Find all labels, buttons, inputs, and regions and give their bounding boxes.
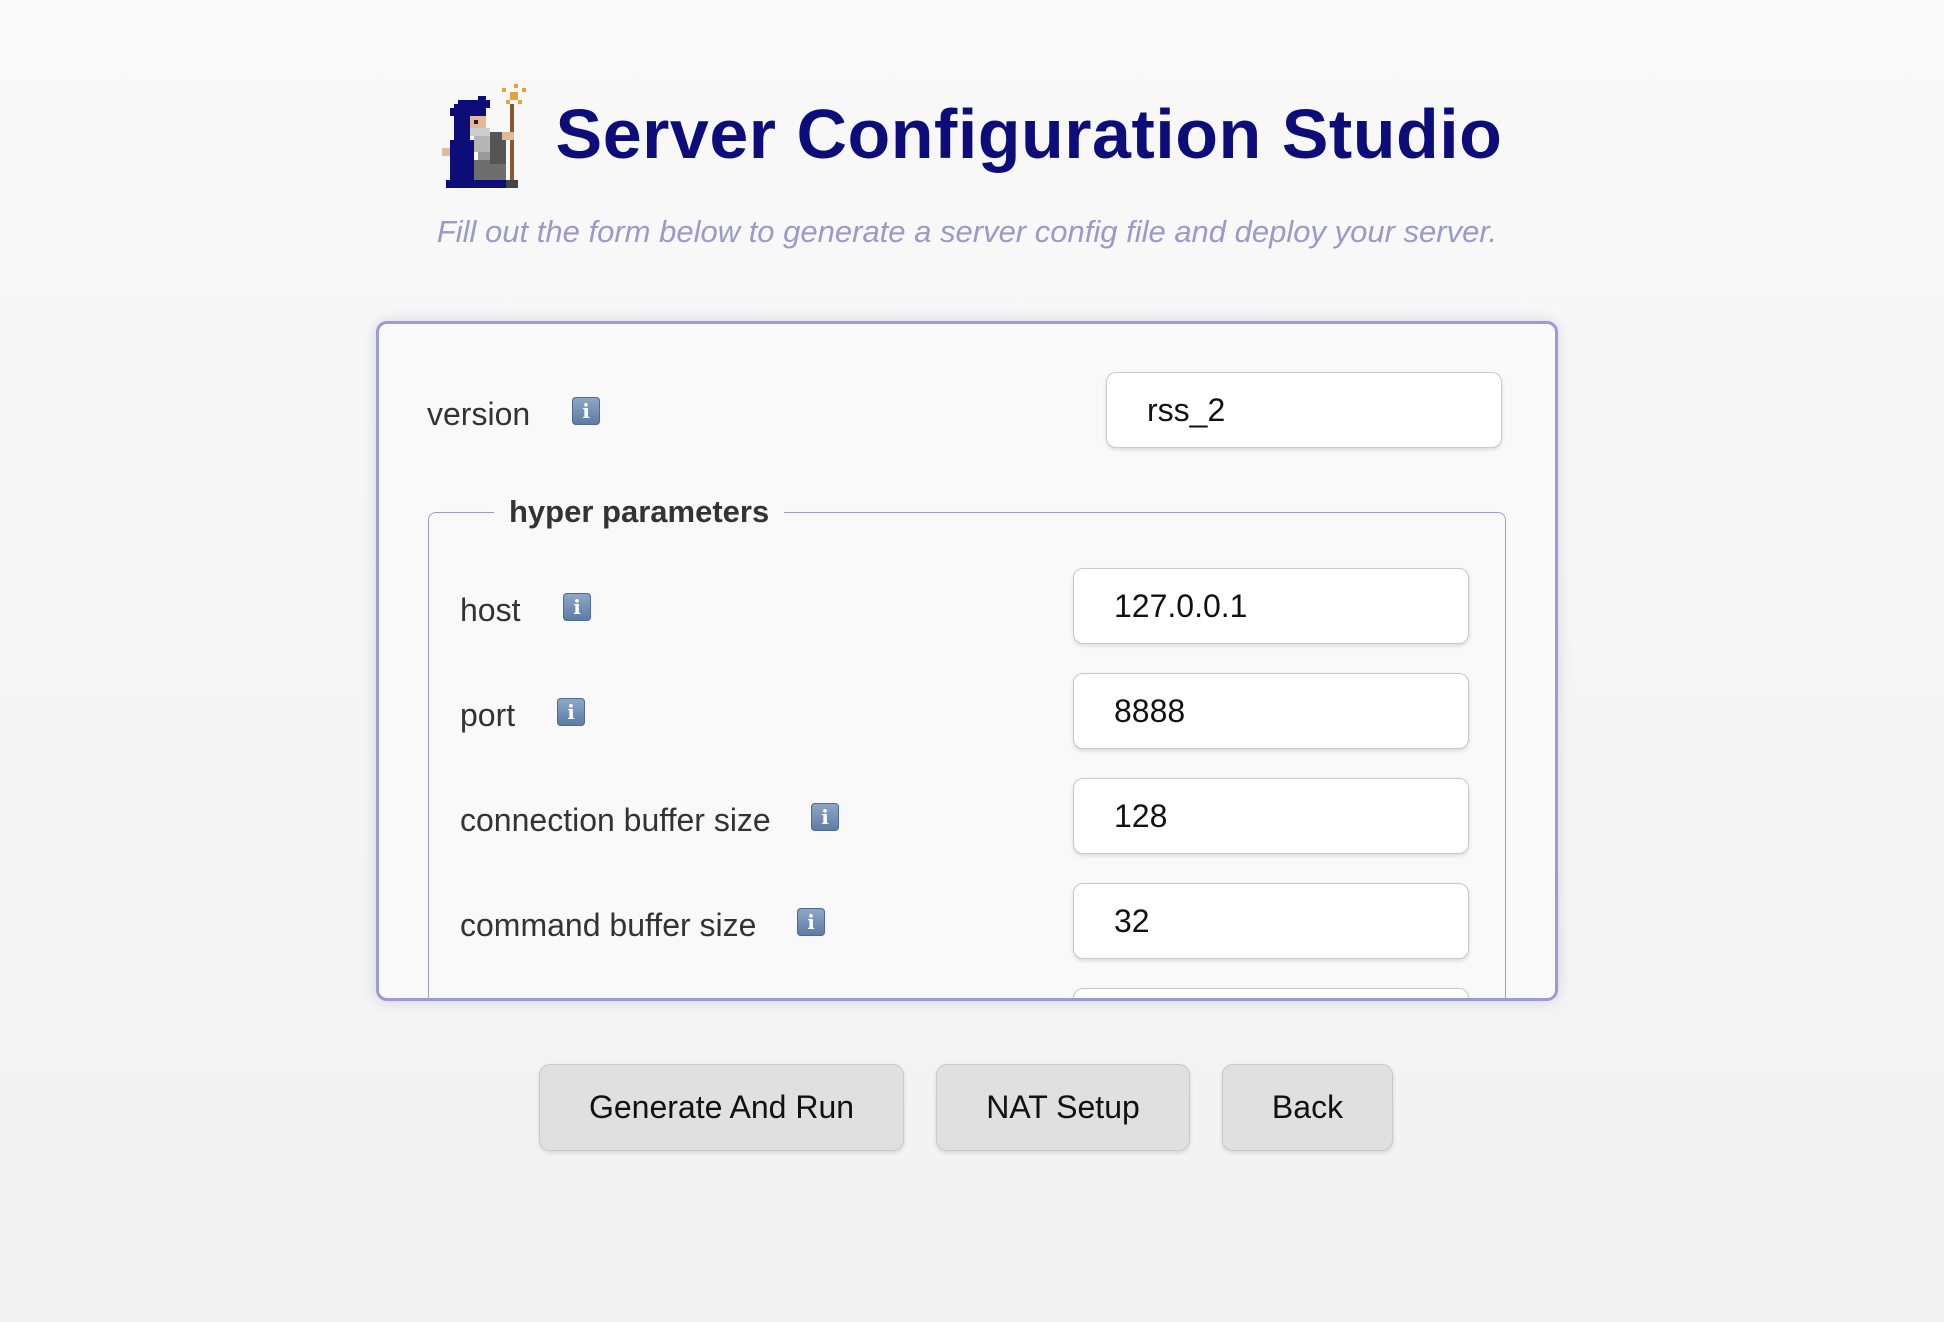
version-info-icon[interactable]: i xyxy=(572,397,600,425)
generate-and-run-button[interactable]: Generate And Run xyxy=(539,1064,904,1151)
port-info-icon[interactable]: i xyxy=(557,698,585,726)
connection-buffer-size-info-icon[interactable]: i xyxy=(811,803,839,831)
command-buffer-size-input[interactable] xyxy=(1073,883,1469,959)
command-buffer-size-label: command buffer size xyxy=(460,907,757,943)
wizard-icon xyxy=(441,84,526,188)
connection-buffer-size-input[interactable] xyxy=(1073,778,1469,854)
page-title: Server Configuration Studio xyxy=(555,95,1503,173)
version-input[interactable] xyxy=(1106,372,1502,448)
host-info-icon[interactable]: i xyxy=(563,593,591,621)
back-button[interactable]: Back xyxy=(1222,1064,1393,1151)
port-input[interactable] xyxy=(1073,673,1469,749)
next-field-input[interactable] xyxy=(1073,988,1469,998)
command-buffer-size-info-icon[interactable]: i xyxy=(797,908,825,936)
nat-setup-button[interactable]: NAT Setup xyxy=(936,1064,1190,1151)
connection-buffer-size-label: connection buffer size xyxy=(460,802,771,838)
port-label: port xyxy=(460,697,516,733)
page-header: Server Configuration Studio xyxy=(0,80,1944,188)
page-subtitle: Fill out the form below to generate a se… xyxy=(436,214,1498,249)
host-label: host xyxy=(460,592,521,628)
version-label: version xyxy=(427,396,531,432)
host-input[interactable] xyxy=(1073,568,1469,644)
config-form-panel[interactable]: version i hyper parameters host i port i… xyxy=(376,321,1558,1001)
hyper-parameters-legend: hyper parameters xyxy=(494,492,785,532)
